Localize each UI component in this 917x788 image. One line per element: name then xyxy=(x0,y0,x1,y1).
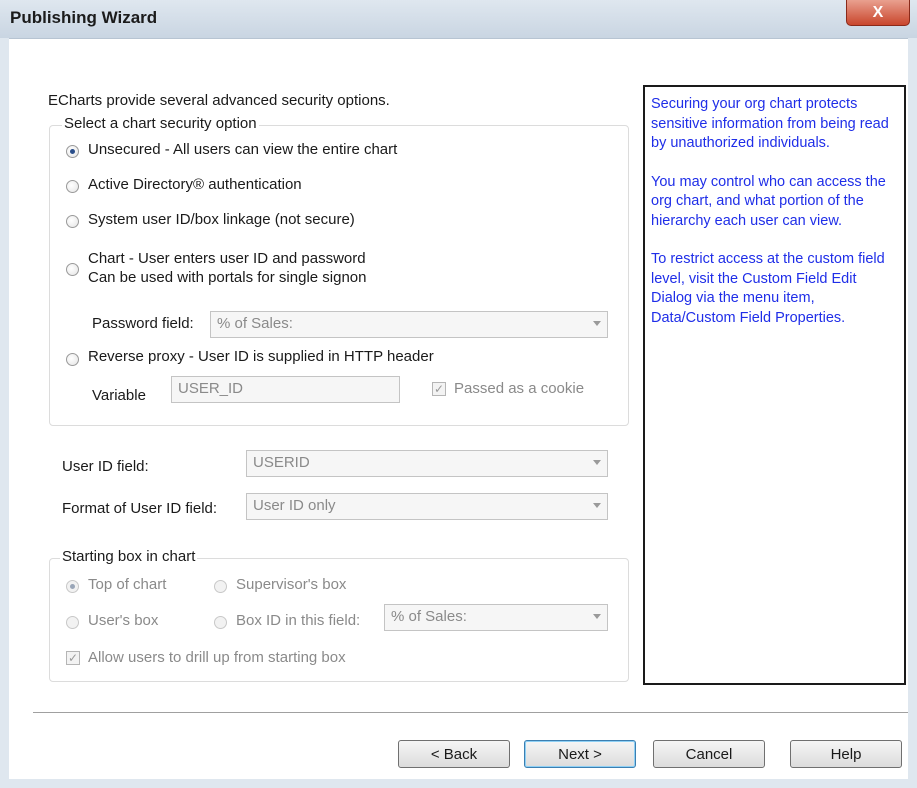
radio-chart-login[interactable] xyxy=(66,263,79,276)
radio-users-box-label[interactable]: User's box xyxy=(88,612,158,629)
checkmark-icon: ✓ xyxy=(433,382,445,396)
intro-text: ECharts provide several advanced securit… xyxy=(48,92,390,109)
window-frame-bottom xyxy=(0,779,917,788)
user-id-field-select[interactable]: USERID xyxy=(246,450,608,477)
box-id-field-value: % of Sales: xyxy=(391,608,467,625)
password-field-select[interactable]: % of Sales: xyxy=(210,311,608,338)
radio-supervisors-box[interactable] xyxy=(214,580,227,593)
help-button[interactable]: Help xyxy=(790,740,902,768)
cancel-button[interactable]: Cancel xyxy=(653,740,765,768)
window-frame-left xyxy=(0,38,9,788)
help-paragraph: Securing your org chart protects sensiti… xyxy=(651,96,889,151)
radio-chart-login-sublabel: Can be used with portals for single sign… xyxy=(88,269,367,286)
chevron-down-icon xyxy=(593,321,601,326)
radio-unsecured[interactable] xyxy=(66,145,79,158)
close-icon: X xyxy=(872,3,884,21)
radio-active-directory[interactable] xyxy=(66,180,79,193)
cookie-checkbox[interactable]: ✓ xyxy=(432,382,446,396)
variable-input[interactable]: USER_ID xyxy=(171,376,400,403)
help-paragraph: You may control who can access the org c… xyxy=(651,173,886,229)
radio-users-box[interactable] xyxy=(66,616,79,629)
footer-separator xyxy=(33,712,908,714)
checkmark-icon: ✓ xyxy=(67,651,79,665)
password-field-value: % of Sales: xyxy=(217,315,293,332)
window-title: Publishing Wizard xyxy=(10,8,158,27)
help-panel: Securing your org chart protects sensiti… xyxy=(643,85,906,685)
radio-top-of-chart[interactable] xyxy=(66,580,79,593)
chevron-down-icon xyxy=(593,503,601,508)
radio-box-id-field[interactable] xyxy=(214,616,227,629)
chevron-down-icon xyxy=(593,460,601,465)
cookie-checkbox-label: Passed as a cookie xyxy=(454,380,585,397)
radio-system-user-id[interactable] xyxy=(66,215,79,228)
password-field-label: Password field: xyxy=(92,315,194,332)
next-button[interactable]: Next > xyxy=(524,740,636,768)
radio-box-id-field-label[interactable]: Box ID in this field: xyxy=(236,612,360,629)
box-id-field-select[interactable]: % of Sales: xyxy=(384,604,608,631)
format-field-label: Format of User ID field: xyxy=(62,500,218,517)
close-button[interactable]: X xyxy=(846,0,910,26)
variable-label: Variable xyxy=(92,387,146,404)
drill-up-checkbox[interactable]: ✓ xyxy=(66,651,80,665)
starting-box-legend: Starting box in chart xyxy=(60,548,198,565)
format-field-value: User ID only xyxy=(253,497,336,514)
radio-top-of-chart-label[interactable]: Top of chart xyxy=(88,576,166,593)
window-frame-right xyxy=(908,38,917,788)
user-id-field-label: User ID field: xyxy=(62,458,149,475)
radio-chart-login-label[interactable]: Chart - User enters user ID and password xyxy=(88,250,366,267)
chevron-down-icon xyxy=(593,614,601,619)
drill-up-checkbox-label: Allow users to drill up from starting bo… xyxy=(88,649,346,666)
radio-reverse-proxy-label[interactable]: Reverse proxy - User ID is supplied in H… xyxy=(88,348,434,365)
radio-active-directory-label[interactable]: Active Directory® authentication xyxy=(88,176,302,193)
back-button[interactable]: < Back xyxy=(398,740,510,768)
help-paragraph: To restrict access at the custom field l… xyxy=(651,251,885,326)
radio-supervisors-box-label[interactable]: Supervisor's box xyxy=(236,576,346,593)
format-field-select[interactable]: User ID only xyxy=(246,493,608,520)
user-id-field-value: USERID xyxy=(253,454,310,471)
security-group-legend: Select a chart security option xyxy=(62,115,259,132)
radio-reverse-proxy[interactable] xyxy=(66,353,79,366)
radio-system-user-id-label[interactable]: System user ID/box linkage (not secure) xyxy=(88,211,355,228)
radio-unsecured-label[interactable]: Unsecured - All users can view the entir… xyxy=(88,141,397,158)
